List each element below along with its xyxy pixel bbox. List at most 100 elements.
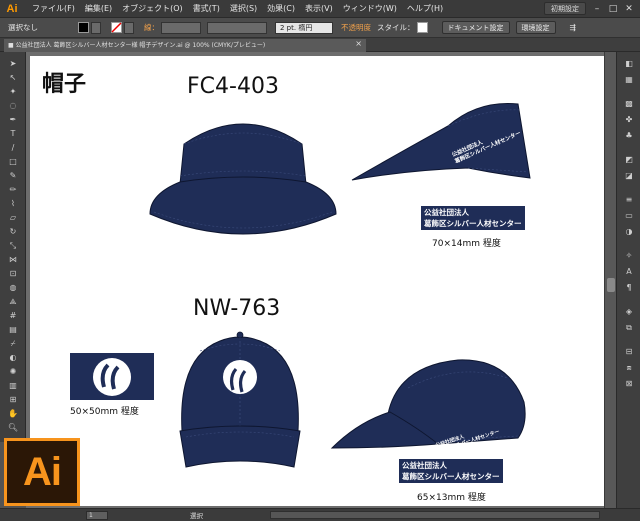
control-bar: 選択なし 線： 2 pt. 楕円 不透明度 スタイル： ドキュメント設定 環境設… xyxy=(0,18,640,38)
menu-effect[interactable]: 効果(C) xyxy=(262,0,300,18)
document-tab-title: ■ 公益社団法人 葛飾区シルバー人材センター様 帽子デザイン.ai @ 100%… xyxy=(8,42,266,49)
menu-view[interactable]: 表示(V) xyxy=(300,0,338,18)
transform-panel-icon[interactable]: ⊠ xyxy=(623,378,635,389)
selection-tool-icon[interactable]: ➤ xyxy=(6,58,20,69)
rotate-tool-icon[interactable]: ↻ xyxy=(6,226,20,237)
menu-object[interactable]: オブジェクト(O) xyxy=(117,0,188,18)
stroke-label: 線： xyxy=(144,23,159,32)
hand-tool-icon[interactable]: ✋ xyxy=(6,408,20,419)
menu-edit[interactable]: 編集(E) xyxy=(80,0,117,18)
vertical-scroll-thumb[interactable] xyxy=(607,278,615,292)
column-graph-tool-icon[interactable]: ▥ xyxy=(6,380,20,391)
cap-front-illustration xyxy=(179,331,301,468)
silver-center-logo-icon xyxy=(93,357,131,396)
paragraph-panel-icon[interactable]: ¶ xyxy=(623,282,635,293)
shape-builder-tool-icon[interactable]: ◍ xyxy=(6,282,20,293)
style-label: スタイル： xyxy=(377,23,415,32)
close-icon[interactable]: ✕ xyxy=(624,4,634,14)
cap-text-patch: 公益社団法人 葛飾区シルバー人材センター xyxy=(399,459,503,483)
arrange-icon[interactable]: ⇶ xyxy=(570,23,576,32)
menu-bar: Ai ファイル(F) 編集(E) オブジェクト(O) 書式(T) 選択(S) 効… xyxy=(0,0,640,18)
align-panel-icon[interactable]: ⊟ xyxy=(623,346,635,357)
brush-definition[interactable]: 2 pt. 楕円 xyxy=(275,21,333,34)
logo-size-caption: 50×50mm 程度 xyxy=(70,407,139,417)
gradient-tool-icon[interactable]: ▤ xyxy=(6,324,20,335)
stroke-dropdown[interactable] xyxy=(124,21,134,34)
blend-tool-icon[interactable]: ◐ xyxy=(6,352,20,363)
panel-dock: ◧ ▦ ▩ ✤ ♣ ◩ ◪ ≡ ▭ ◑ ✧ A ¶ ◈ ⧉ ⊟ ⧈ ⊠ xyxy=(616,52,640,508)
tab-close-icon[interactable]: × xyxy=(355,39,362,48)
menu-file[interactable]: ファイル(F) xyxy=(27,0,80,18)
image-trace-panel-icon[interactable]: ✧ xyxy=(623,250,635,261)
zoom-tool-icon[interactable]: 🔍︎ xyxy=(6,422,20,433)
pathfinder-panel-icon[interactable]: ⧈ xyxy=(623,362,635,373)
stroke-weight-field[interactable] xyxy=(161,21,201,34)
stroke-panel-icon[interactable]: ≡ xyxy=(623,194,635,205)
status-mode-text[interactable]: 選択 xyxy=(190,510,203,520)
preferences-button[interactable]: 環境設定 xyxy=(515,21,556,34)
brushes-panel-icon[interactable]: ✤ xyxy=(623,114,635,125)
cap-size-caption: 65×13mm 程度 xyxy=(417,493,486,503)
graphic-styles-panel-icon[interactable]: ◩ xyxy=(623,154,635,165)
illustrator-badge-text: Ai xyxy=(23,449,62,494)
menu-select[interactable]: 選択(S) xyxy=(225,0,262,18)
color-panel-icon[interactable]: ◧ xyxy=(623,58,635,69)
transparency-panel-icon[interactable]: ◑ xyxy=(623,226,635,237)
visor-text-patch: 公益社団法人 葛飾区シルバー人材センター xyxy=(421,206,525,230)
direct-selection-tool-icon[interactable]: ↖ xyxy=(6,72,20,83)
stroke-swatch[interactable] xyxy=(111,22,122,33)
minimize-icon[interactable]: – xyxy=(592,4,602,14)
document-tab[interactable]: ■ 公益社団法人 葛飾区シルバー人材センター様 帽子デザイン.ai @ 100%… xyxy=(4,39,366,52)
symbol-sprayer-tool-icon[interactable]: ✺ xyxy=(6,366,20,377)
visor-side-illustration xyxy=(351,102,531,181)
menu-window[interactable]: ウィンドウ(W) xyxy=(338,0,402,18)
lasso-tool-icon[interactable]: ◌ xyxy=(6,100,20,111)
scale-tool-icon[interactable]: ⤡ xyxy=(6,240,20,251)
pencil-tool-icon[interactable]: ✏ xyxy=(6,184,20,195)
eyedropper-tool-icon[interactable]: ⌿ xyxy=(6,338,20,349)
visor-model-number: FC4-403 xyxy=(187,74,279,99)
menu-right: 初期設定 – □ ✕ xyxy=(544,2,634,15)
blob-brush-tool-icon[interactable]: ⌇ xyxy=(6,198,20,209)
paintbrush-tool-icon[interactable]: ✎ xyxy=(6,170,20,181)
cap-side-illustration xyxy=(330,359,526,449)
width-tool-icon[interactable]: ⋈ xyxy=(6,254,20,265)
magic-wand-tool-icon[interactable]: ✦ xyxy=(6,86,20,97)
menu-type[interactable]: 書式(T) xyxy=(188,0,225,18)
type-tool-icon[interactable]: T xyxy=(6,128,20,139)
perspective-grid-tool-icon[interactable]: ⟁ xyxy=(6,296,20,307)
free-transform-tool-icon[interactable]: ⊡ xyxy=(6,268,20,279)
layers-panel-icon[interactable]: ◈ xyxy=(623,306,635,317)
rectangle-tool-icon[interactable]: □ xyxy=(6,156,20,167)
symbols-panel-icon[interactable]: ♣ xyxy=(623,130,635,141)
mesh-tool-icon[interactable]: # xyxy=(6,310,20,321)
color-guide-panel-icon[interactable]: ▦ xyxy=(623,74,635,85)
eraser-tool-icon[interactable]: ▱ xyxy=(6,212,20,223)
opacity-label[interactable]: 不透明度 xyxy=(341,22,371,33)
artboard-navigation-field[interactable]: 1 xyxy=(86,511,108,520)
visor-front-illustration xyxy=(149,123,337,235)
fill-dropdown[interactable] xyxy=(91,21,101,34)
status-bar: 1 選択 xyxy=(0,508,640,521)
line-tool-icon[interactable]: ∕ xyxy=(6,142,20,153)
variable-width-dropdown[interactable] xyxy=(207,21,267,34)
appearance-panel-icon[interactable]: ◪ xyxy=(623,170,635,181)
pen-tool-icon[interactable]: ✒ xyxy=(6,114,20,125)
artboards-panel-icon[interactable]: ⧉ xyxy=(623,322,635,333)
logo-patch xyxy=(70,353,154,400)
menu-help[interactable]: ヘルプ(H) xyxy=(402,0,448,18)
character-panel-icon[interactable]: A xyxy=(623,266,635,277)
swatches-panel-icon[interactable]: ▩ xyxy=(623,98,635,109)
vertical-scrollbar[interactable] xyxy=(604,52,616,508)
gradient-panel-icon[interactable]: ▭ xyxy=(623,210,635,221)
no-stroke-icon xyxy=(111,22,122,33)
style-swatch[interactable] xyxy=(416,22,428,33)
artboard-tool-icon[interactable]: ⊞ xyxy=(6,394,20,405)
horizontal-scrollbar[interactable] xyxy=(270,511,600,519)
app-logo: Ai xyxy=(6,2,18,15)
workspace-switcher[interactable]: 初期設定 xyxy=(544,2,586,15)
main-menu: ファイル(F) 編集(E) オブジェクト(O) 書式(T) 選択(S) 効果(C… xyxy=(27,0,448,18)
maximize-icon[interactable]: □ xyxy=(608,4,618,14)
document-settings-button[interactable]: ドキュメント設定 xyxy=(441,21,510,34)
fill-swatch[interactable] xyxy=(78,22,89,33)
